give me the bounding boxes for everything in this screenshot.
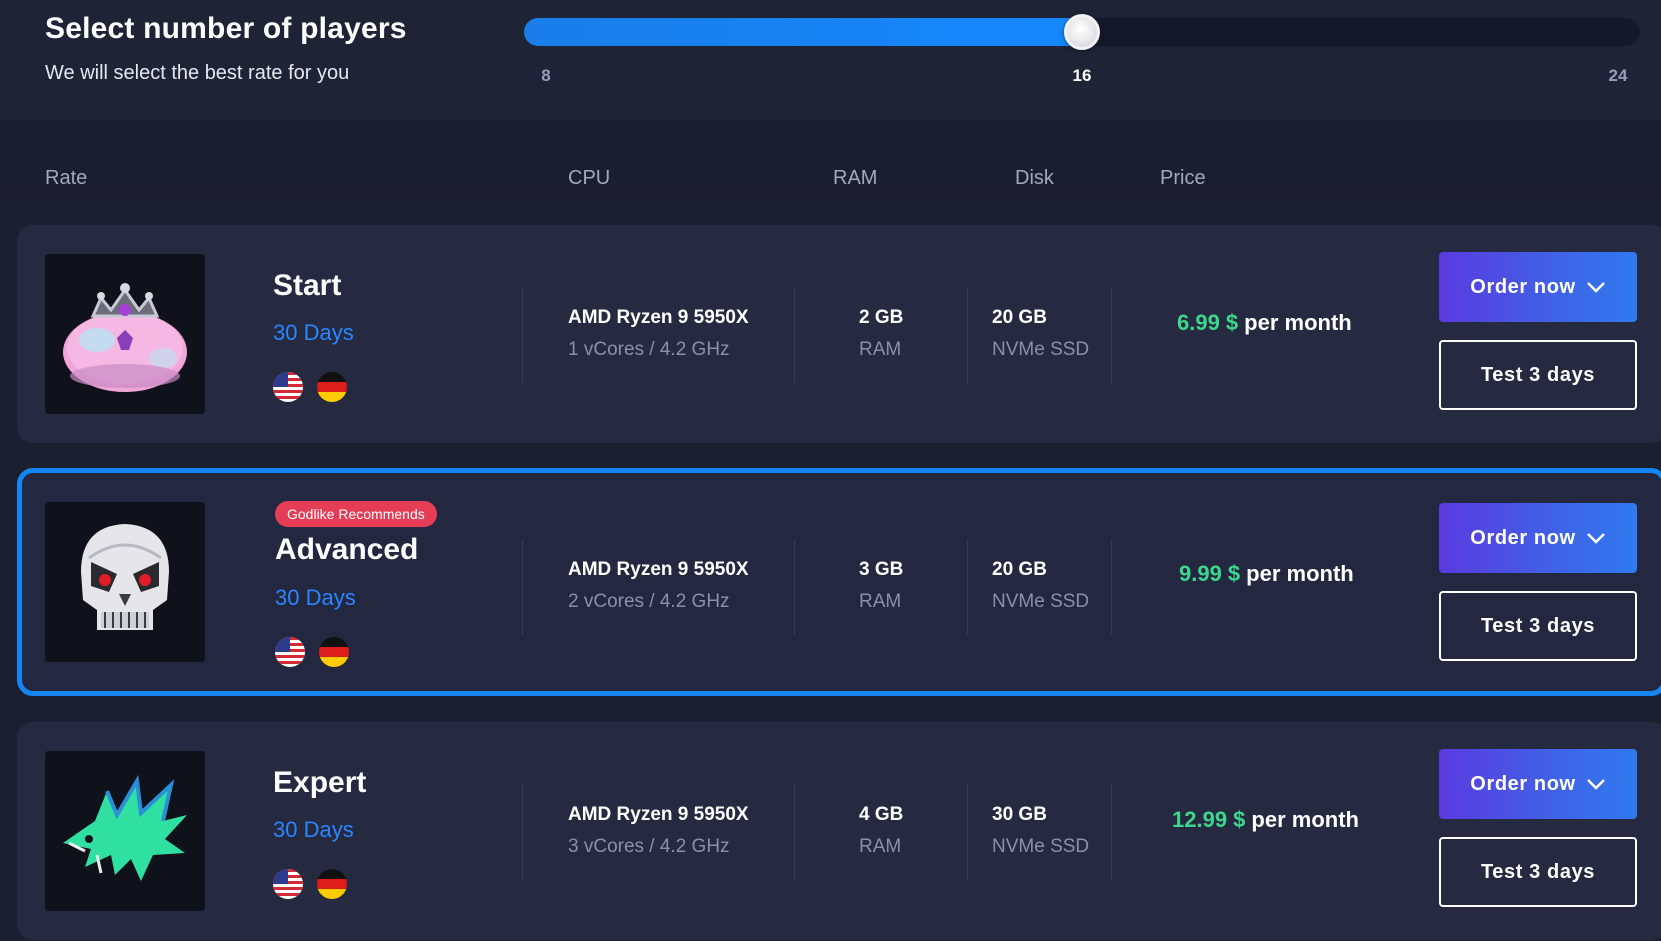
column-divider [1111, 784, 1112, 880]
disk-value: 20 GB [992, 559, 1047, 580]
column-divider [794, 784, 795, 880]
ram-value: 4 GB [859, 804, 904, 825]
plan-card-expert: Expert 30 Days AMD Ryzen 9 5950X 3 vCore… [17, 722, 1661, 940]
price-period: per month [1244, 310, 1352, 335]
slider-fill [524, 18, 1096, 46]
disk-value: 30 GB [992, 804, 1047, 825]
price-amount: 6.99 $ [1177, 310, 1239, 335]
table-header-band [0, 120, 1661, 220]
ram-label: RAM [859, 591, 902, 612]
order-now-button[interactable]: Order now [1439, 252, 1637, 322]
cpu-model: AMD Ryzen 9 5950X [568, 559, 749, 580]
price-amount: 9.99 $ [1179, 561, 1241, 586]
column-header-price: Price [1160, 167, 1206, 189]
order-now-label: Order now [1470, 275, 1576, 298]
chevron-down-icon [1586, 779, 1605, 790]
plan-name: Start [273, 269, 342, 302]
column-divider [1111, 539, 1112, 635]
plan-days: 30 Days [273, 320, 354, 345]
skull-icon [45, 502, 205, 662]
plan-card-start: Start 30 Days AMD Ryzen 9 5950X 1 vCores… [17, 225, 1661, 443]
test-3-days-button[interactable]: Test 3 days [1439, 340, 1637, 410]
column-header-disk: Disk [1015, 167, 1054, 189]
plan-price: 12.99 $ per month [1172, 807, 1359, 833]
sea-dragon-icon [45, 751, 205, 911]
price-period: per month [1246, 561, 1354, 586]
recommended-badge: Godlike Recommends [275, 501, 437, 527]
plan-days: 30 Days [273, 817, 354, 842]
column-divider [522, 287, 523, 383]
test-3-days-button[interactable]: Test 3 days [1439, 591, 1637, 661]
server-locations [275, 637, 349, 667]
order-now-label: Order now [1470, 772, 1576, 795]
ram-value: 3 GB [859, 559, 904, 580]
ram-label: RAM [859, 836, 902, 857]
slider-tick-max[interactable]: 24 [1609, 66, 1628, 86]
column-divider [1111, 287, 1112, 383]
cpu-detail: 2 vCores / 4.2 GHz [568, 591, 730, 612]
order-now-label: Order now [1470, 526, 1576, 549]
price-amount: 12.99 $ [1172, 807, 1246, 832]
column-header-rate: Rate [45, 167, 88, 189]
column-divider [522, 784, 523, 880]
order-now-button[interactable]: Order now [1439, 503, 1637, 573]
slider-tick-min[interactable]: 8 [541, 66, 550, 86]
column-divider [794, 287, 795, 383]
selector-subtitle: We will select the best rate for you [45, 62, 350, 84]
column-divider [967, 784, 968, 880]
slime-queen-icon [45, 254, 205, 414]
plan-card-advanced: Godlike Recommends Advanced 30 Days AMD … [17, 468, 1661, 696]
us-flag-icon [275, 637, 305, 667]
de-flag-icon [317, 869, 347, 899]
ram-value: 2 GB [859, 307, 904, 328]
column-divider [794, 539, 795, 635]
column-divider [522, 539, 523, 635]
slider-tick-current[interactable]: 16 [1073, 66, 1092, 86]
plan-name: Advanced [275, 533, 419, 566]
column-header-ram: RAM [833, 167, 878, 189]
us-flag-icon [273, 372, 303, 402]
order-now-button[interactable]: Order now [1439, 749, 1637, 819]
column-divider [967, 287, 968, 383]
slider-thumb[interactable] [1064, 14, 1100, 50]
de-flag-icon [319, 637, 349, 667]
pricing-page: Select number of players We will select … [0, 0, 1661, 941]
selector-title: Select number of players [45, 12, 407, 45]
disk-value: 20 GB [992, 307, 1047, 328]
plan-price: 6.99 $ per month [1177, 310, 1352, 336]
price-period: per month [1251, 807, 1359, 832]
disk-label: NVMe SSD [992, 339, 1090, 360]
players-slider[interactable] [524, 14, 1640, 50]
chevron-down-icon [1586, 533, 1605, 544]
plan-name: Expert [273, 766, 367, 799]
plan-price: 9.99 $ per month [1179, 561, 1354, 587]
cpu-detail: 1 vCores / 4.2 GHz [568, 339, 730, 360]
cpu-detail: 3 vCores / 4.2 GHz [568, 836, 730, 857]
server-locations [273, 372, 347, 402]
chevron-down-icon [1586, 282, 1605, 293]
test-3-days-button[interactable]: Test 3 days [1439, 837, 1637, 907]
cpu-model: AMD Ryzen 9 5950X [568, 307, 749, 328]
column-header-cpu: CPU [568, 167, 611, 189]
disk-label: NVMe SSD [992, 591, 1090, 612]
player-selector: Select number of players We will select … [0, 0, 1661, 120]
ram-label: RAM [859, 339, 902, 360]
cpu-model: AMD Ryzen 9 5950X [568, 804, 749, 825]
column-divider [967, 539, 968, 635]
us-flag-icon [273, 869, 303, 899]
plan-days: 30 Days [275, 585, 356, 610]
server-locations [273, 869, 347, 899]
disk-label: NVMe SSD [992, 836, 1090, 857]
de-flag-icon [317, 372, 347, 402]
